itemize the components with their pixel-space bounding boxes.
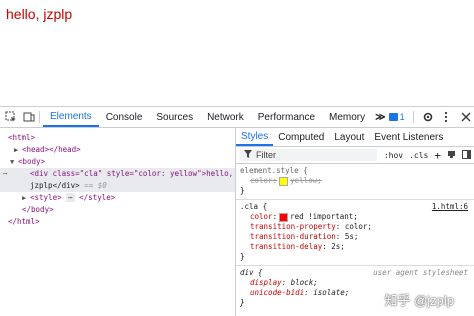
dom-selected-marker: == $0 [79, 181, 107, 190]
property-value: 5s; [344, 232, 359, 241]
styles-filter-bar: Filter :hov .cls + [236, 147, 474, 164]
dom-node-html[interactable]: <html> [0, 132, 235, 144]
rule-close: } [240, 186, 245, 195]
tab-console[interactable]: Console [99, 107, 150, 127]
property-value: 2s; [331, 242, 345, 251]
color-swatch[interactable] [279, 176, 289, 186]
property-value: isolate; [313, 288, 350, 297]
class-toggle-button[interactable]: .cls [406, 151, 431, 160]
rule-property[interactable]: color: yellow; [240, 176, 470, 186]
tab-layout[interactable]: Layout [329, 128, 369, 146]
new-rule-button[interactable]: + [431, 149, 444, 162]
rule-close: } [240, 252, 245, 261]
close-icon[interactable] [459, 110, 473, 124]
filter-placeholder: Filter [256, 150, 276, 160]
tab-memory[interactable]: Memory [322, 107, 372, 127]
rule-property[interactable]: transition-duration: 5s; [240, 232, 470, 242]
rule-property[interactable]: transition-delay: 2s; [240, 242, 470, 252]
rule-element-style: element.style { color: yellow; } [236, 164, 474, 200]
message-badge-icon [388, 113, 398, 121]
more-tabs-button[interactable]: ≫ [372, 107, 388, 127]
tab-event-listeners[interactable]: Event Listeners [369, 128, 448, 146]
source-link[interactable]: 1.html:6 [432, 202, 468, 212]
property-name: transition-property [250, 222, 336, 231]
tab-network[interactable]: Network [200, 107, 251, 127]
property-name: color [250, 176, 273, 185]
dom-node-body-close: </body> [0, 204, 235, 216]
collapse-arrow-icon[interactable]: ▼ [10, 156, 18, 168]
page-text-hello: hello, jzplp [6, 6, 73, 22]
dom-tag-text: </style> [79, 193, 116, 202]
rule-property: display: block; [250, 278, 318, 287]
message-badge-count: 1 [399, 112, 405, 122]
tab-computed[interactable]: Computed [273, 128, 329, 146]
property-name: transition-delay [250, 242, 323, 251]
styles-pane: Styles Computed Layout Event Listeners F… [236, 128, 474, 316]
sidebar-toggle-icon[interactable] [459, 149, 474, 161]
property-value: yellow; [290, 176, 322, 185]
property-value: block; [290, 278, 318, 287]
user-agent-label: user agent stylesheet [373, 268, 468, 277]
property-value: red !important; [290, 212, 358, 221]
expand-arrow-icon[interactable]: ▶ [22, 192, 30, 204]
watermark: 知乎 @jzplp [384, 293, 454, 308]
dom-node-style[interactable]: ▶ <style> ⋯ </style> [0, 192, 235, 204]
property-value: color; [344, 222, 372, 231]
gear-icon[interactable] [421, 110, 435, 124]
rule-cla: .cla { 1.html:6 color: red !important; tr… [236, 200, 474, 266]
toolbar-separator [39, 111, 40, 123]
tab-styles[interactable]: Styles [236, 128, 274, 146]
rule-property[interactable]: color: red !important; [240, 212, 470, 222]
kebab-menu-icon[interactable] [439, 110, 453, 124]
dom-tag-text: </html> [8, 217, 40, 226]
dom-node-body[interactable]: ▼ <body> [0, 156, 235, 168]
dom-div-open: <div class="cla" style="color: yellow">h… [30, 169, 234, 178]
devtools-panel: Elements Console Sources Network Perform… [0, 106, 474, 316]
collapsed-content-ellipsis[interactable]: ⋯ [66, 193, 75, 202]
tab-elements[interactable]: Elements [43, 107, 99, 127]
property-name: transition-duration [250, 232, 336, 241]
node-actions-icon[interactable]: ⋯ [3, 168, 8, 180]
dom-tag-text: <style> [30, 193, 62, 202]
dom-div-close: jzplp</div> [30, 181, 80, 190]
dom-tree: <html> ▶ <head></head> ▼ <body> ⋯ <div cla… [0, 128, 236, 316]
styles-tabs: Styles Computed Layout Event Listeners [236, 128, 474, 147]
dom-tag-text: <html> [8, 133, 36, 142]
property-name: display [250, 278, 282, 287]
dom-node-html-close: </html> [0, 216, 235, 228]
toolbar-separator [412, 111, 414, 123]
dom-tag-text: <body> [18, 157, 46, 166]
property-name: unicode-bidi [250, 288, 305, 297]
rule-property[interactable]: transition-property: color; [240, 222, 470, 232]
inspect-icon[interactable] [4, 110, 18, 124]
message-badge[interactable]: 1 [388, 112, 405, 122]
devtools-toolbar: Elements Console Sources Network Perform… [0, 107, 474, 128]
dom-tag-text: </body> [22, 205, 54, 214]
property-name: color [250, 212, 273, 221]
dom-node-head[interactable]: ▶ <head></head> [0, 144, 235, 156]
tab-sources[interactable]: Sources [149, 107, 200, 127]
expand-arrow-icon[interactable]: ▶ [14, 144, 22, 156]
color-swatch[interactable] [279, 212, 289, 222]
rule-selector: element.style { [240, 166, 308, 175]
tab-performance[interactable]: Performance [251, 107, 322, 127]
hover-state-button[interactable]: :hov [381, 151, 406, 160]
device-toggle-icon[interactable] [22, 110, 36, 124]
dom-tag-text: <head></head> [22, 145, 81, 154]
filter-icon [244, 150, 252, 160]
computed-style-toggle-icon[interactable] [444, 150, 459, 161]
filter-input[interactable]: Filter [240, 149, 377, 161]
dom-node-div-selected[interactable]: ⋯ <div class="cla" style="color: yellow"… [0, 168, 235, 192]
